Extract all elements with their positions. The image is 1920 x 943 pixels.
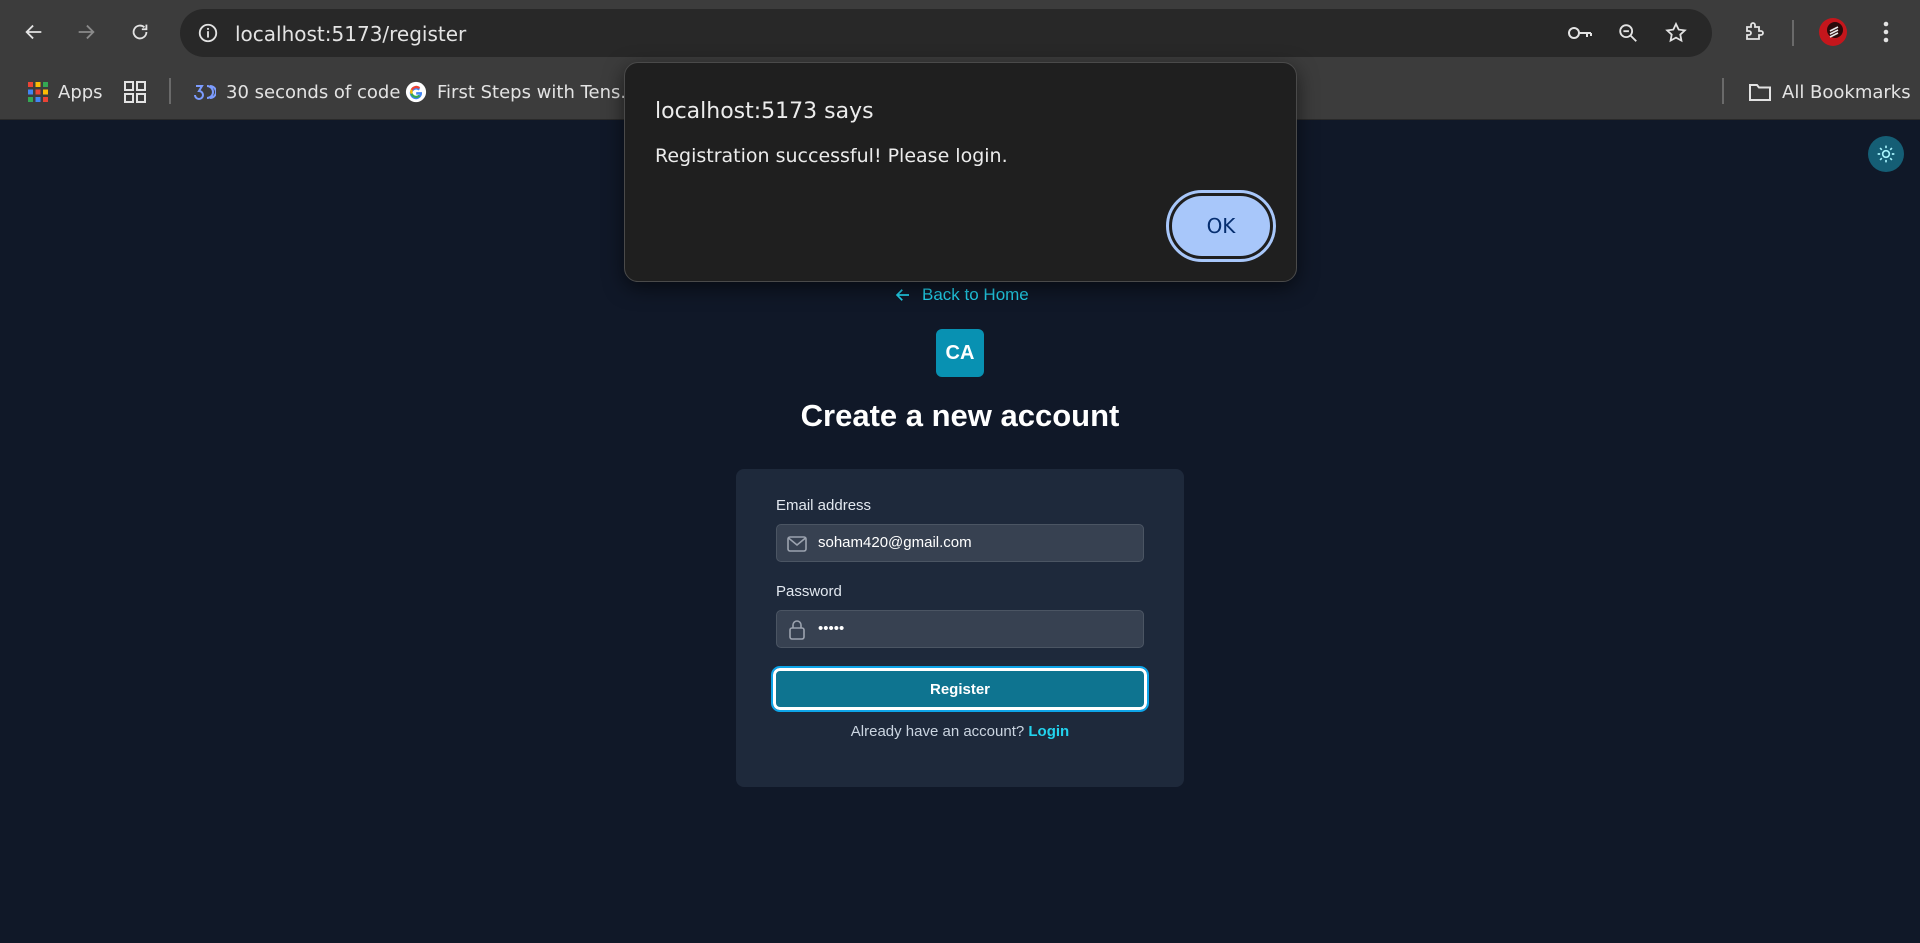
toolbar-divider [1792, 20, 1794, 46]
address-bar[interactable]: localhost:5173/register [180, 9, 1712, 57]
login-prompt: Already have an account? Login [736, 723, 1184, 740]
all-bookmarks[interactable]: All Bookmarks [1748, 75, 1911, 109]
apps-grid-icon [28, 82, 48, 102]
dialog-ok-button[interactable]: OK [1166, 190, 1276, 262]
already-text: Already have an account? [850, 723, 1025, 740]
tab-groups-icon [124, 81, 146, 103]
browser-menu-icon[interactable] [1868, 14, 1904, 50]
all-bookmarks-label: All Bookmarks [1782, 81, 1911, 103]
bookmark-separator [1722, 78, 1724, 104]
back-to-home-link[interactable]: Back to Home [894, 282, 1029, 308]
register-form-card: Email address soham420@gmail.com Passwor… [736, 469, 1184, 787]
bookmark-star-icon[interactable] [1662, 19, 1690, 47]
password-value: ••••• [818, 620, 845, 637]
email-field[interactable]: soham420@gmail.com [776, 524, 1144, 562]
folder-icon [1749, 84, 1771, 101]
30-seconds-logo-icon [194, 85, 216, 100]
login-link[interactable]: Login [1028, 723, 1069, 740]
google-g-icon [405, 81, 427, 103]
bookmark-separator [169, 78, 171, 104]
arrow-left-icon [895, 289, 909, 301]
zoom-out-icon[interactable] [1614, 19, 1642, 47]
back-button[interactable] [14, 12, 54, 52]
bookmark-tab-groups[interactable] [124, 75, 146, 109]
bookmark-apps[interactable]: Apps [28, 75, 103, 109]
app-logo: CA [936, 329, 984, 377]
email-label: Email address [776, 497, 872, 514]
lock-icon [787, 620, 807, 640]
extensions-icon[interactable] [1736, 14, 1772, 50]
password-key-icon[interactable] [1566, 19, 1594, 47]
bookmark-tensorflow[interactable]: First Steps with Tens... [405, 75, 638, 109]
site-info-icon[interactable] [194, 19, 222, 47]
reload-icon [132, 24, 148, 40]
bookmark-label: First Steps with Tens... [437, 81, 638, 103]
register-button[interactable]: Register [771, 666, 1149, 712]
bookmark-label: Apps [58, 81, 103, 103]
email-value: soham420@gmail.com [818, 534, 972, 551]
page-title: Create a new account [800, 398, 1120, 433]
password-label: Password [776, 583, 842, 600]
reload-button[interactable] [120, 12, 160, 52]
url-text[interactable]: localhost:5173/register [235, 22, 466, 46]
bookmark-30-seconds[interactable]: 30 seconds of code [194, 75, 400, 109]
bookmark-label: 30 seconds of code [226, 81, 401, 103]
profile-avatar[interactable] [1815, 14, 1851, 50]
arrow-left-icon [25, 24, 42, 40]
alert-dialog: localhost:5173 says Registration success… [624, 62, 1297, 282]
browser-toolbar: localhost:5173/register [0, 0, 1920, 65]
theme-toggle-button[interactable] [1868, 136, 1904, 172]
password-field[interactable]: ••••• [776, 610, 1144, 648]
dialog-title: localhost:5173 says [655, 99, 874, 124]
forward-button[interactable] [66, 12, 106, 52]
sun-icon [1877, 145, 1895, 163]
mail-icon [787, 534, 807, 554]
dialog-message: Registration successful! Please login. [655, 145, 1008, 167]
arrow-right-icon [78, 24, 95, 40]
back-link-label: Back to Home [922, 285, 1029, 304]
